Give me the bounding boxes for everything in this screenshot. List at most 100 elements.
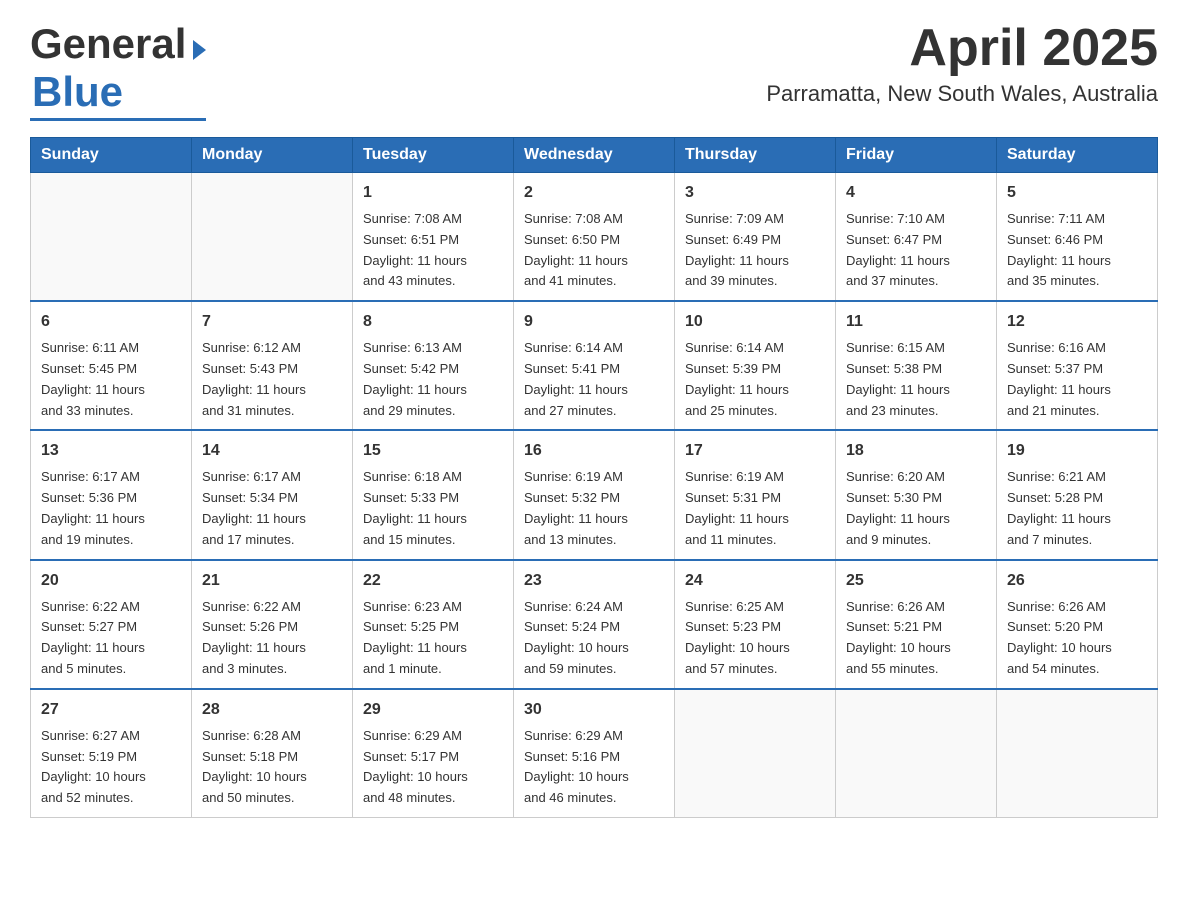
day-info: Sunrise: 7:08 AMSunset: 6:51 PMDaylight:… <box>363 209 503 292</box>
day-number: 30 <box>524 698 664 722</box>
day-number: 17 <box>685 439 825 463</box>
calendar-cell: 21Sunrise: 6:22 AMSunset: 5:26 PMDayligh… <box>192 560 353 689</box>
logo-underline <box>30 118 206 121</box>
day-info: Sunrise: 6:22 AMSunset: 5:27 PMDaylight:… <box>41 597 181 680</box>
day-number: 20 <box>41 569 181 593</box>
day-number: 16 <box>524 439 664 463</box>
day-info: Sunrise: 6:15 AMSunset: 5:38 PMDaylight:… <box>846 338 986 421</box>
day-info: Sunrise: 6:16 AMSunset: 5:37 PMDaylight:… <box>1007 338 1147 421</box>
day-number: 24 <box>685 569 825 593</box>
calendar-cell: 8Sunrise: 6:13 AMSunset: 5:42 PMDaylight… <box>353 301 514 430</box>
page-subtitle: Parramatta, New South Wales, Australia <box>766 81 1158 107</box>
day-number: 19 <box>1007 439 1147 463</box>
day-header-monday: Monday <box>192 138 353 173</box>
day-number: 23 <box>524 569 664 593</box>
calendar-week-5: 27 Sunrise: 6:27 AMSunset: 5:19 PMDayligh… <box>31 689 1158 818</box>
day-number: 11 <box>846 310 986 334</box>
logo-triangle-icon <box>193 40 206 60</box>
calendar-cell: 6 Sunrise: 6:11 AMSunset: 5:45 PMDaylight… <box>31 301 192 430</box>
day-header-saturday: Saturday <box>997 138 1158 173</box>
calendar-cell: 16Sunrise: 6:19 AMSunset: 5:32 PMDayligh… <box>514 430 675 559</box>
calendar-cell: 1 Sunrise: 7:08 AMSunset: 6:51 PMDaylight… <box>353 173 514 302</box>
day-number: 4 <box>846 181 986 205</box>
day-info: Sunrise: 6:26 AMSunset: 5:21 PMDaylight:… <box>846 597 986 680</box>
calendar-cell: 30 Sunrise: 6:29 AMSunset: 5:16 PMDayligh… <box>514 689 675 818</box>
calendar-week-1: 1 Sunrise: 7:08 AMSunset: 6:51 PMDaylight… <box>31 173 1158 302</box>
day-info: Sunrise: 6:17 AMSunset: 5:34 PMDaylight:… <box>202 467 342 550</box>
day-number: 13 <box>41 439 181 463</box>
calendar-cell: 4 Sunrise: 7:10 AMSunset: 6:47 PMDaylight… <box>836 173 997 302</box>
day-info: Sunrise: 6:19 AMSunset: 5:31 PMDaylight:… <box>685 467 825 550</box>
calendar-cell: 11 Sunrise: 6:15 AMSunset: 5:38 PMDayligh… <box>836 301 997 430</box>
day-info: Sunrise: 6:17 AMSunset: 5:36 PMDaylight:… <box>41 467 181 550</box>
logo: General Blue <box>30 20 206 121</box>
calendar-body: 1 Sunrise: 7:08 AMSunset: 6:51 PMDaylight… <box>31 173 1158 818</box>
day-number: 12 <box>1007 310 1147 334</box>
calendar-cell: 29 Sunrise: 6:29 AMSunset: 5:17 PMDayligh… <box>353 689 514 818</box>
day-header-thursday: Thursday <box>675 138 836 173</box>
day-info: Sunrise: 6:29 AMSunset: 5:17 PMDaylight:… <box>363 726 503 809</box>
calendar-cell: 14 Sunrise: 6:17 AMSunset: 5:34 PMDayligh… <box>192 430 353 559</box>
calendar-table: SundayMondayTuesdayWednesdayThursdayFrid… <box>30 137 1158 818</box>
calendar-cell: 28Sunrise: 6:28 AMSunset: 5:18 PMDayligh… <box>192 689 353 818</box>
day-info: Sunrise: 6:29 AMSunset: 5:16 PMDaylight:… <box>524 726 664 809</box>
day-info: Sunrise: 6:27 AMSunset: 5:19 PMDaylight:… <box>41 726 181 809</box>
calendar-cell <box>192 173 353 302</box>
day-header-sunday: Sunday <box>31 138 192 173</box>
day-number: 3 <box>685 181 825 205</box>
page-header: General Blue April 2025 Parramatta, New … <box>30 20 1158 121</box>
calendar-cell <box>31 173 192 302</box>
day-info: Sunrise: 6:20 AMSunset: 5:30 PMDaylight:… <box>846 467 986 550</box>
calendar-cell: 17 Sunrise: 6:19 AMSunset: 5:31 PMDayligh… <box>675 430 836 559</box>
day-number: 9 <box>524 310 664 334</box>
day-number: 1 <box>363 181 503 205</box>
day-number: 10 <box>685 310 825 334</box>
calendar-cell: 13 Sunrise: 6:17 AMSunset: 5:36 PMDayligh… <box>31 430 192 559</box>
calendar-cell: 20 Sunrise: 6:22 AMSunset: 5:27 PMDayligh… <box>31 560 192 689</box>
day-number: 14 <box>202 439 342 463</box>
day-number: 25 <box>846 569 986 593</box>
day-number: 2 <box>524 181 664 205</box>
day-number: 6 <box>41 310 181 334</box>
calendar-cell: 25 Sunrise: 6:26 AMSunset: 5:21 PMDayligh… <box>836 560 997 689</box>
page-title: April 2025 <box>766 20 1158 77</box>
day-info: Sunrise: 6:28 AMSunset: 5:18 PMDaylight:… <box>202 726 342 809</box>
day-number: 18 <box>846 439 986 463</box>
calendar-week-3: 13 Sunrise: 6:17 AMSunset: 5:36 PMDayligh… <box>31 430 1158 559</box>
logo-blue-text: Blue <box>32 68 123 116</box>
day-info: Sunrise: 7:08 AMSunset: 6:50 PMDaylight:… <box>524 209 664 292</box>
day-number: 15 <box>363 439 503 463</box>
calendar-cell: 26 Sunrise: 6:26 AMSunset: 5:20 PMDayligh… <box>997 560 1158 689</box>
day-number: 29 <box>363 698 503 722</box>
calendar-cell: 23 Sunrise: 6:24 AMSunset: 5:24 PMDayligh… <box>514 560 675 689</box>
day-header-wednesday: Wednesday <box>514 138 675 173</box>
calendar-cell <box>997 689 1158 818</box>
day-info: Sunrise: 6:24 AMSunset: 5:24 PMDaylight:… <box>524 597 664 680</box>
logo-general-text: General <box>30 20 186 67</box>
day-info: Sunrise: 6:25 AMSunset: 5:23 PMDaylight:… <box>685 597 825 680</box>
day-header-friday: Friday <box>836 138 997 173</box>
calendar-week-2: 6 Sunrise: 6:11 AMSunset: 5:45 PMDaylight… <box>31 301 1158 430</box>
day-number: 7 <box>202 310 342 334</box>
day-info: Sunrise: 6:18 AMSunset: 5:33 PMDaylight:… <box>363 467 503 550</box>
calendar-cell: 22Sunrise: 6:23 AMSunset: 5:25 PMDayligh… <box>353 560 514 689</box>
calendar-cell: 9 Sunrise: 6:14 AMSunset: 5:41 PMDaylight… <box>514 301 675 430</box>
calendar-cell: 10Sunrise: 6:14 AMSunset: 5:39 PMDayligh… <box>675 301 836 430</box>
day-info: Sunrise: 6:22 AMSunset: 5:26 PMDaylight:… <box>202 597 342 680</box>
calendar-cell: 2 Sunrise: 7:08 AMSunset: 6:50 PMDaylight… <box>514 173 675 302</box>
calendar-cell: 12 Sunrise: 6:16 AMSunset: 5:37 PMDayligh… <box>997 301 1158 430</box>
day-info: Sunrise: 7:10 AMSunset: 6:47 PMDaylight:… <box>846 209 986 292</box>
calendar-cell: 15 Sunrise: 6:18 AMSunset: 5:33 PMDayligh… <box>353 430 514 559</box>
day-number: 22 <box>363 569 503 593</box>
day-info: Sunrise: 6:11 AMSunset: 5:45 PMDaylight:… <box>41 338 181 421</box>
calendar-cell: 18 Sunrise: 6:20 AMSunset: 5:30 PMDayligh… <box>836 430 997 559</box>
day-number: 26 <box>1007 569 1147 593</box>
calendar-cell: 19Sunrise: 6:21 AMSunset: 5:28 PMDayligh… <box>997 430 1158 559</box>
day-info: Sunrise: 6:14 AMSunset: 5:41 PMDaylight:… <box>524 338 664 421</box>
calendar-week-4: 20 Sunrise: 6:22 AMSunset: 5:27 PMDayligh… <box>31 560 1158 689</box>
day-number: 27 <box>41 698 181 722</box>
day-info: Sunrise: 6:26 AMSunset: 5:20 PMDaylight:… <box>1007 597 1147 680</box>
calendar-cell: 3Sunrise: 7:09 AMSunset: 6:49 PMDaylight… <box>675 173 836 302</box>
title-area: April 2025 Parramatta, New South Wales, … <box>766 20 1158 107</box>
day-header-tuesday: Tuesday <box>353 138 514 173</box>
